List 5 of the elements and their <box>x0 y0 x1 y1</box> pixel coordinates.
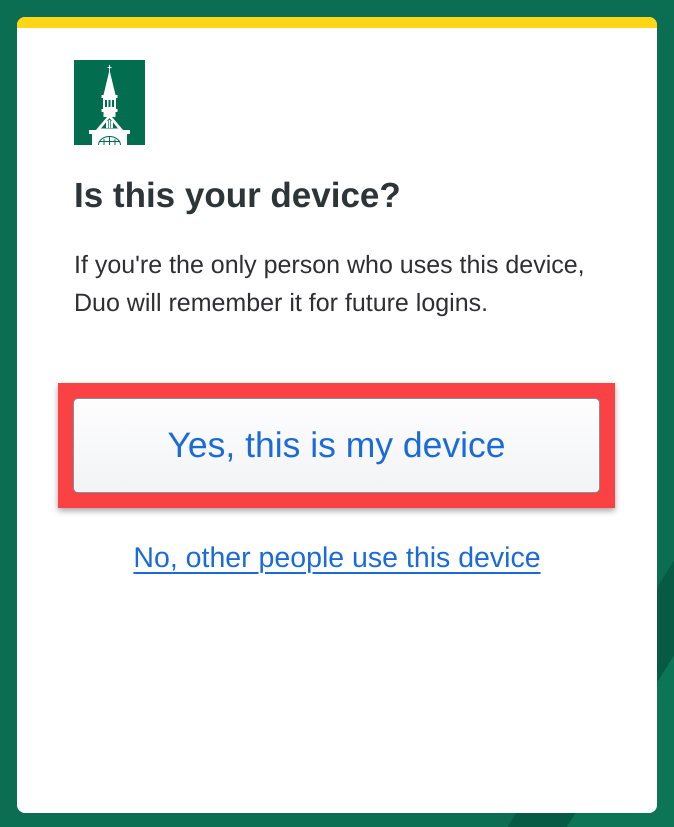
confirm-device-button[interactable]: Yes, this is my device <box>73 398 600 493</box>
decline-device-link[interactable]: No, other people use this device <box>133 541 541 575</box>
description: If you're the only person who uses this device, Duo will remember it for future logins. <box>74 250 586 319</box>
heading: Is this your device? <box>74 176 401 216</box>
tower-logo-icon <box>74 60 145 145</box>
